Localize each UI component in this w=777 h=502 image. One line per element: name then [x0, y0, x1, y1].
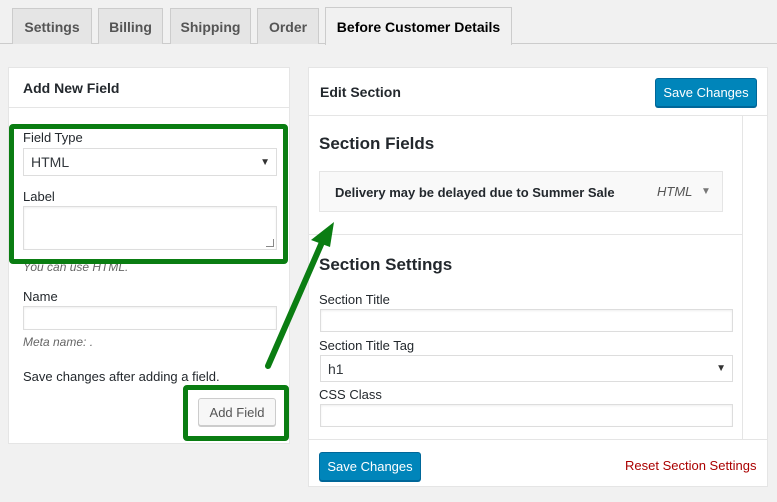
tab-before-customer-details[interactable]: Before Customer Details	[325, 7, 512, 45]
annotation-arrow-icon	[265, 222, 334, 369]
